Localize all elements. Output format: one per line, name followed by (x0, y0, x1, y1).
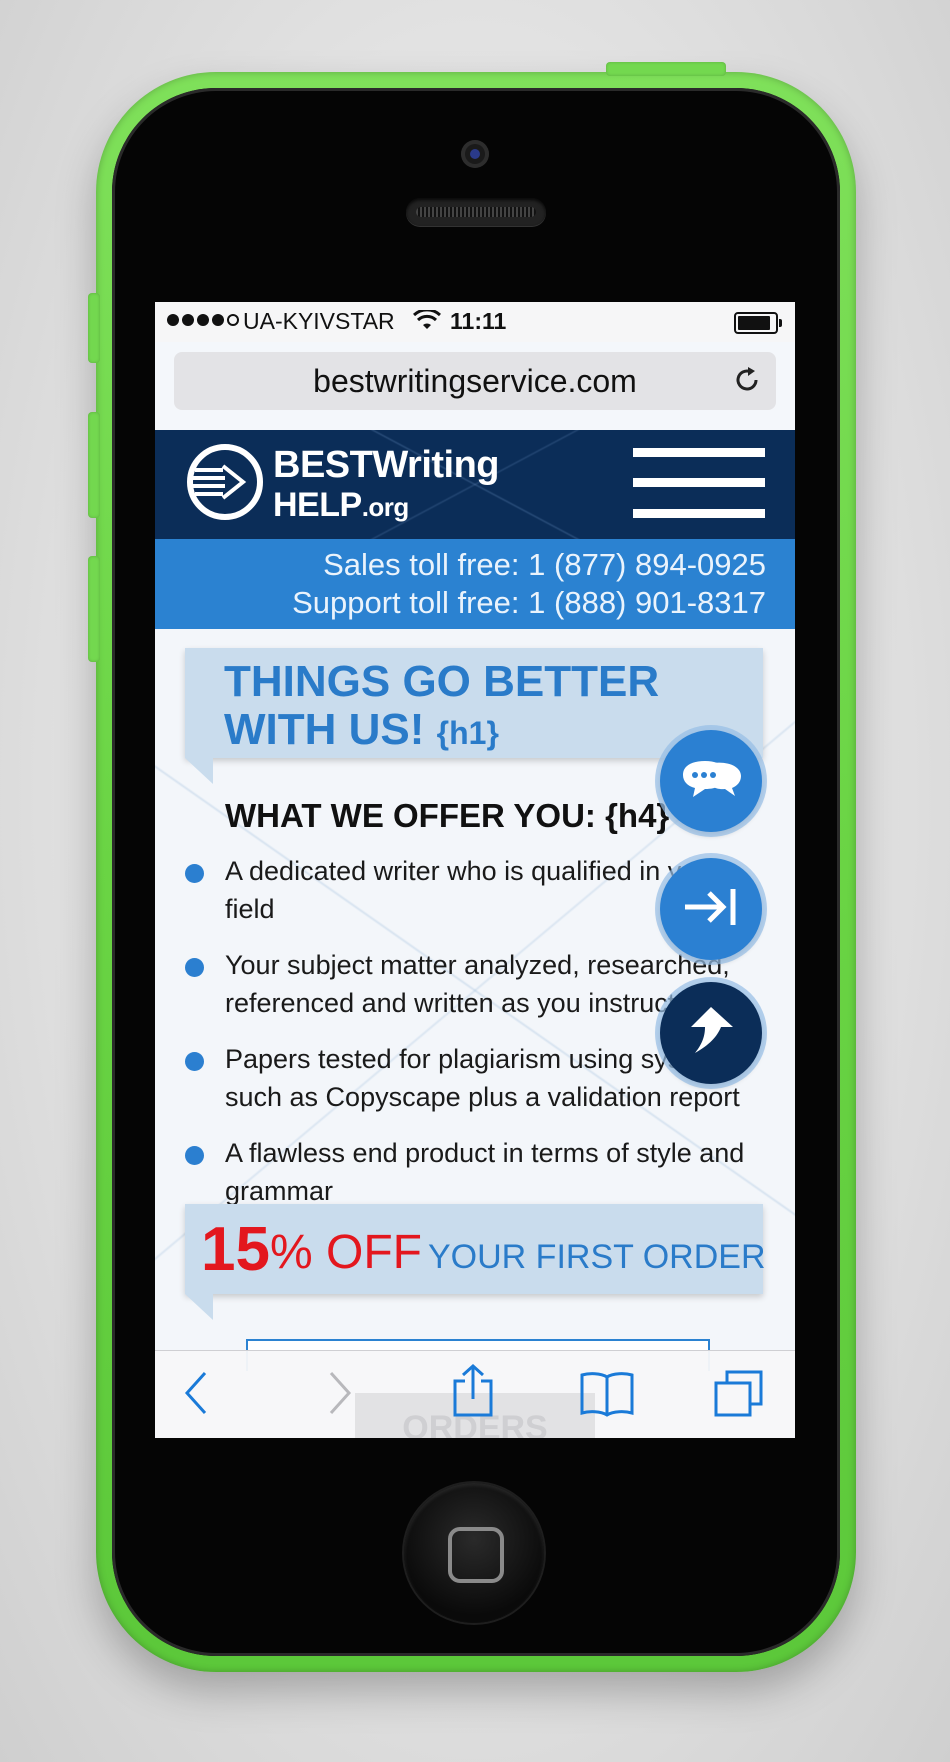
sign-in-arrow-icon (679, 883, 743, 936)
bookmarks-icon[interactable] (579, 1369, 635, 1422)
volume-up-button (88, 412, 100, 518)
forward-icon[interactable] (325, 1369, 355, 1422)
contact-strip: Sales toll free: 1 (877) 894-0925 Suppor… (155, 539, 795, 629)
mute-switch (88, 293, 100, 363)
login-button[interactable] (660, 858, 762, 960)
list-item: A flawless end product in terms of style… (185, 1134, 745, 1210)
earpiece-speaker (406, 198, 546, 226)
logo-text-line2: HELP.org (273, 486, 409, 524)
menu-icon[interactable] (633, 448, 765, 518)
volume-down-button (88, 556, 100, 662)
reload-icon[interactable] (732, 365, 762, 400)
status-time: 11:11 (450, 308, 507, 334)
front-camera (461, 140, 489, 168)
chat-button[interactable] (660, 730, 762, 832)
signal-strength-icon (167, 314, 239, 326)
wifi-icon (412, 308, 442, 338)
bullet-icon (185, 864, 204, 883)
bullet-icon (185, 1052, 204, 1071)
tabs-icon[interactable] (713, 1369, 765, 1424)
address-bar[interactable]: bestwritingservice.com (174, 352, 776, 410)
logo-text-line1: BESTWriting (273, 444, 500, 486)
discount-number: 15 (201, 1215, 270, 1284)
back-icon[interactable] (181, 1369, 211, 1422)
battery-icon (734, 312, 782, 334)
bullet-icon (185, 1146, 204, 1165)
scroll-top-button[interactable] (660, 982, 762, 1084)
discount-percent-off: % OFF (270, 1226, 422, 1279)
url-text: bestwritingservice.com (313, 363, 637, 399)
list-item: Papers tested for plagiarism using syste… (185, 1040, 745, 1116)
browser-toolbar: ORDERS (155, 1350, 795, 1438)
discount-description: YOUR FIRST ORDER (428, 1238, 766, 1276)
phone-top-button (606, 62, 726, 76)
list-item: Your subject matter analyzed, researched… (185, 946, 745, 1022)
offer-heading: WHAT WE OFFER YOU: {h4} (225, 797, 670, 834)
carrier-name: UA-KYIVSTAR (243, 308, 395, 334)
chat-icon (679, 757, 743, 806)
share-icon[interactable] (451, 1363, 495, 1424)
support-phone-line[interactable]: Support toll free: 1 (888) 901-8317 (155, 584, 795, 622)
status-bar: UA-KYIVSTAR 11:11 (155, 302, 795, 342)
up-arrow-icon (681, 1003, 741, 1064)
sales-phone-line[interactable]: Sales toll free: 1 (877) 894-0925 (155, 546, 795, 584)
site-header: BESTWriting HELP.org (155, 430, 795, 539)
home-button[interactable] (404, 1483, 544, 1623)
hero-title: THINGS GO BETTER WITH US! {h1} (224, 657, 660, 754)
phone-screen: UA-KYIVSTAR 11:11 bestwritingservice.com (155, 302, 795, 1438)
bullet-icon (185, 958, 204, 977)
logo-icon[interactable] (185, 442, 265, 527)
home-square-icon (448, 1527, 504, 1583)
